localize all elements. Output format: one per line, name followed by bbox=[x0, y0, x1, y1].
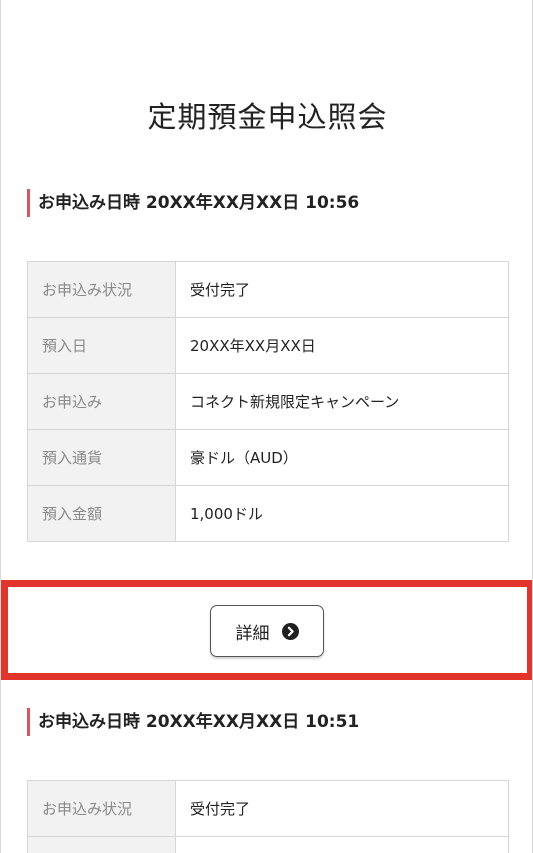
application-heading: お申込み日時 20XX年XX月XX日 10:51 bbox=[27, 708, 359, 736]
application-table: お申込み状況 受付完了 預入日 20XX年XX月XX日 お申込み コネクト新規限… bbox=[27, 261, 509, 542]
detail-button[interactable]: 詳細 bbox=[210, 605, 324, 657]
row-value: 1,000ドル bbox=[175, 485, 509, 542]
row-label: 預入通貨 bbox=[27, 429, 176, 486]
row-label: お申込み状況 bbox=[27, 261, 176, 318]
table-row: 預入通貨 豪ドル（AUD） bbox=[27, 429, 509, 486]
table-row: お申込み状況 受付完了 bbox=[27, 780, 509, 837]
detail-button-label: 詳細 bbox=[235, 623, 270, 644]
table-row: 預入金額 1,000ドル bbox=[27, 485, 509, 542]
table-row: お申込み コネクト新規限定キャンペーン bbox=[27, 373, 509, 430]
row-value: コネクト新規限定キャンペーン bbox=[175, 373, 509, 430]
row-label: 預入金額 bbox=[27, 485, 176, 542]
row-value: 受付完了 bbox=[175, 261, 509, 318]
row-label: お申込み状況 bbox=[27, 780, 176, 837]
application-table: お申込み状況 受付完了 bbox=[27, 780, 509, 853]
row-label: お申込み bbox=[27, 373, 176, 430]
row-value: 豪ドル（AUD） bbox=[175, 429, 509, 486]
application-heading: お申込み日時 20XX年XX月XX日 10:56 bbox=[27, 189, 359, 217]
page-title: 定期預金申込照会 bbox=[147, 100, 388, 134]
screen: 定期預金申込照会 お申込み日時 20XX年XX月XX日 10:56 お申込み状況… bbox=[0, 0, 533, 853]
row-value: 受付完了 bbox=[175, 780, 509, 837]
chevron-right-circle-icon bbox=[281, 622, 299, 640]
table-row: お申込み状況 受付完了 bbox=[27, 261, 509, 318]
table-row bbox=[27, 836, 509, 853]
row-label: 預入日 bbox=[27, 317, 176, 374]
row-value: 20XX年XX月XX日 bbox=[175, 317, 509, 374]
table-row: 預入日 20XX年XX月XX日 bbox=[27, 317, 509, 374]
